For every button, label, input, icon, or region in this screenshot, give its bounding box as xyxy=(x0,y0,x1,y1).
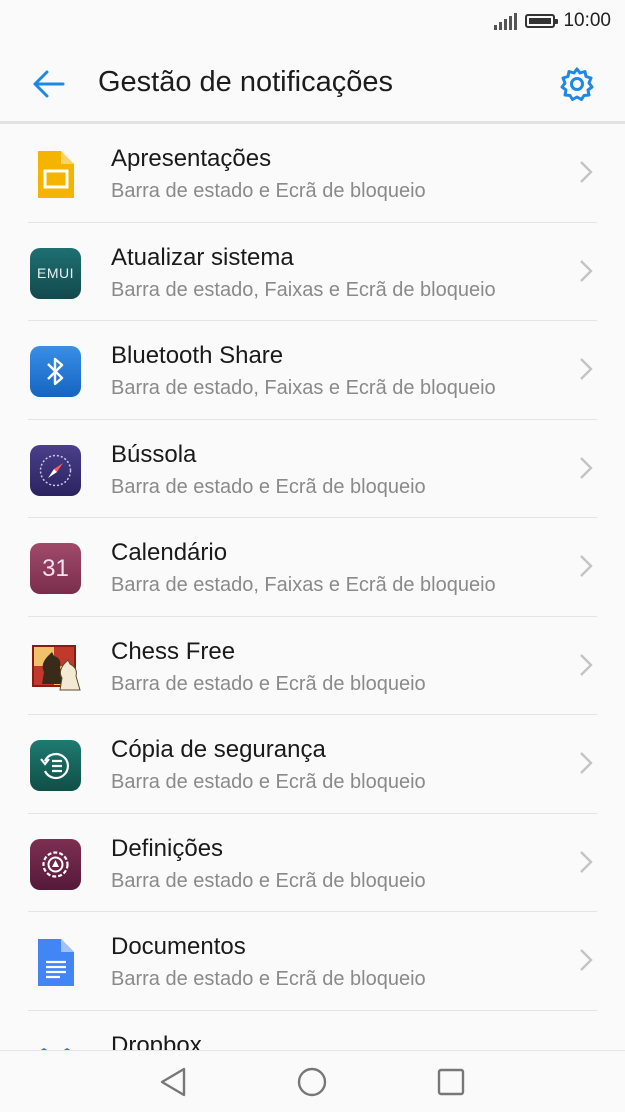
chevron-right-icon xyxy=(580,456,593,479)
app-notification-summary: Barra de estado e Ecrã de bloqueio xyxy=(111,672,426,695)
page-title: Gestão de notificações xyxy=(98,66,394,98)
bluetooth-icon xyxy=(30,346,81,397)
list-item[interactable]: Apresentações Barra de estado e Ecrã de … xyxy=(0,124,625,223)
chevron-right-icon xyxy=(580,555,593,577)
chevron-right-icon xyxy=(580,259,593,282)
app-notification-summary: Barra de estado e Ecrã de bloqueio xyxy=(111,180,426,202)
square-recents-icon xyxy=(437,1068,465,1096)
list-item[interactable]: Bluetooth Share Barra de estado, Faixas … xyxy=(0,321,625,420)
nav-back-button[interactable] xyxy=(156,1065,190,1099)
app-notification-summary: Barra de estado e Ecrã de bloqueio xyxy=(111,968,426,990)
nav-recents-button[interactable] xyxy=(434,1065,468,1099)
circle-home-icon xyxy=(297,1067,327,1097)
app-name: Cópia de segurança xyxy=(111,736,326,763)
list-item[interactable]: Documentos Barra de estado e Ecrã de blo… xyxy=(0,912,625,1011)
app-name: Definições xyxy=(111,834,224,862)
calendar-icon-text: 31 xyxy=(42,554,69,582)
calendar-icon: 31 xyxy=(30,543,81,594)
status-bar: 10:00 xyxy=(0,0,625,44)
gear-icon xyxy=(560,67,594,101)
emui-icon: EMUI xyxy=(30,247,81,299)
app-name: Apresentações xyxy=(111,145,272,172)
list-item[interactable]: Definições Barra de estado e Ecrã de blo… xyxy=(0,814,625,912)
back-arrow-icon xyxy=(33,70,65,98)
chevron-right-icon xyxy=(580,949,593,971)
list-item[interactable]: EMUI Atualizar sistema Barra de estado, … xyxy=(0,223,625,321)
app-name: Dropbox xyxy=(111,1031,202,1051)
app-notification-summary: Barra de estado, Faixas e Ecrã de bloque… xyxy=(111,278,496,301)
list-item[interactable]: 31 Calendário Barra de estado, Faixas e … xyxy=(0,518,625,617)
app-name: Calendário xyxy=(111,539,228,566)
backup-icon xyxy=(30,740,81,791)
triangle-back-icon xyxy=(160,1067,186,1097)
battery-icon xyxy=(525,14,559,28)
back-button[interactable] xyxy=(22,60,74,108)
app-name: Atualizar sistema xyxy=(111,243,294,271)
app-notification-summary: Barra de estado e Ecrã de bloqueio xyxy=(111,869,426,892)
chevron-right-icon xyxy=(580,161,593,183)
list-item[interactable]: Bússola Barra de estado e Ecrã de bloque… xyxy=(0,420,625,518)
chess-icon xyxy=(30,642,81,693)
chevron-right-icon xyxy=(580,653,593,676)
app-notification-summary: Barra de estado e Ecrã de bloqueio xyxy=(111,771,426,793)
emui-icon-text: EMUI xyxy=(37,265,74,281)
status-time: 10:00 xyxy=(563,10,611,31)
list-item[interactable]: Chess Free Barra de estado e Ecrã de blo… xyxy=(0,617,625,715)
compass-icon xyxy=(30,444,81,496)
nav-home-button[interactable] xyxy=(295,1065,329,1099)
app-notification-list: Apresentações Barra de estado e Ecrã de … xyxy=(0,124,625,1050)
app-notification-summary: Barra de estado, Faixas e Ecrã de bloque… xyxy=(111,574,496,596)
list-item[interactable]: Dropbox xyxy=(0,1011,625,1051)
app-name: Documentos xyxy=(111,933,246,960)
app-notification-summary: Barra de estado e Ecrã de bloqueio xyxy=(111,475,426,498)
dropbox-icon xyxy=(30,1036,81,1050)
chevron-right-icon xyxy=(580,752,593,774)
app-notification-summary: Barra de estado, Faixas e Ecrã de bloque… xyxy=(111,377,496,399)
slides-icon xyxy=(30,149,81,200)
signal-icon xyxy=(494,12,518,30)
app-name: Chess Free xyxy=(111,637,236,665)
list-item[interactable]: Cópia de segurança Barra de estado e Ecr… xyxy=(0,715,625,814)
chevron-right-icon xyxy=(580,358,593,380)
app-name: Bluetooth Share xyxy=(111,342,284,369)
settings-app-icon xyxy=(30,838,81,890)
chevron-right-icon xyxy=(580,850,593,873)
docs-icon xyxy=(30,937,81,988)
app-name: Bússola xyxy=(111,440,197,468)
navigation-bar xyxy=(0,1050,625,1112)
app-header: Gestão de notificações xyxy=(0,44,625,124)
settings-button[interactable] xyxy=(551,60,603,108)
